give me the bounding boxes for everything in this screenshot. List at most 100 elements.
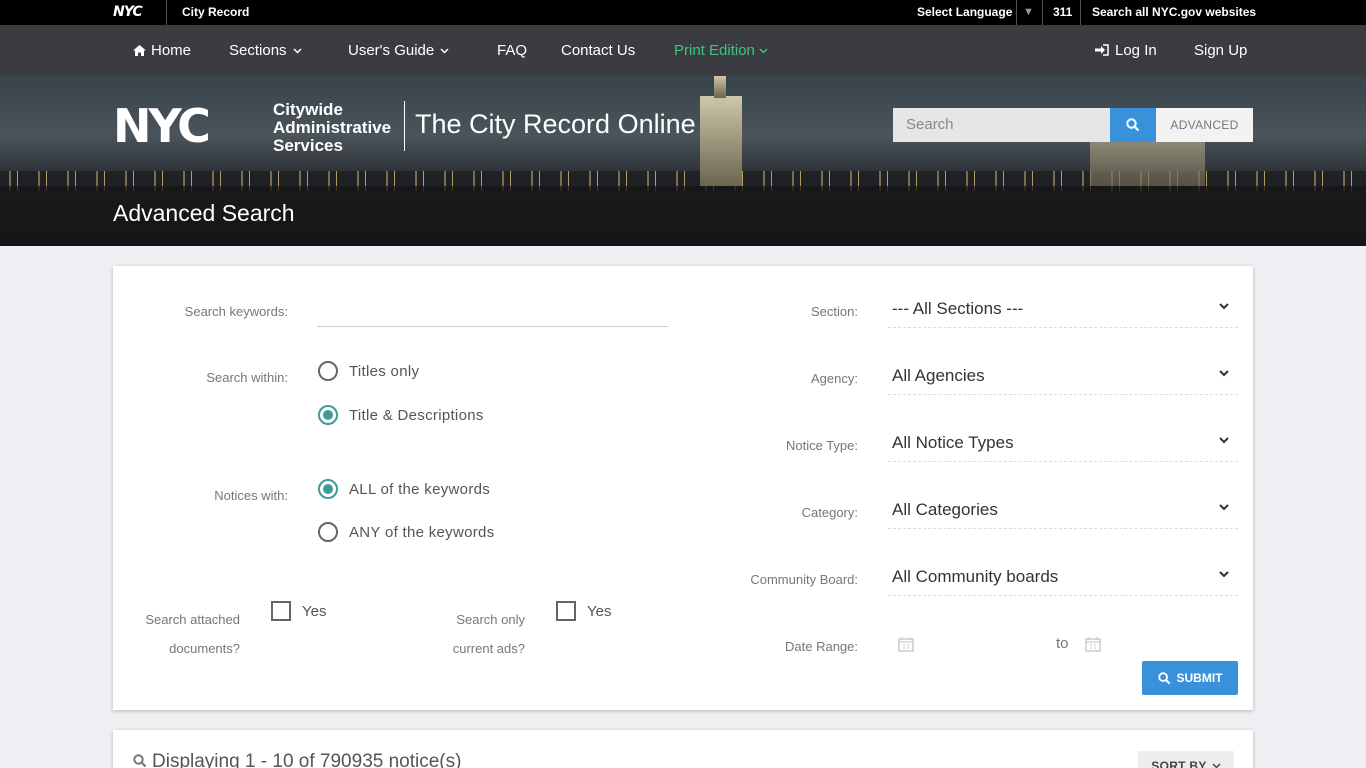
chevron-down-icon: [1212, 763, 1221, 768]
search-within-label: Search within:: [206, 370, 288, 385]
nav-print-edition-label: Print Edition: [674, 42, 755, 59]
search-all-nyc-link[interactable]: Search all NYC.gov websites: [1092, 5, 1256, 19]
label-line: documents?: [169, 641, 240, 656]
radio-button-selected: [318, 479, 338, 499]
submit-button[interactable]: SUBMIT: [1142, 661, 1238, 695]
dcas-logo-text: Citywide Administrative Services: [273, 101, 413, 155]
home-icon: [133, 45, 146, 56]
divider: [1042, 0, 1043, 25]
nav-sections-label: Sections: [229, 42, 287, 59]
results-header: Displaying 1 - 10 of 790935 notice(s) SO…: [113, 730, 1253, 768]
checkbox-label: Yes: [302, 602, 327, 620]
top-bar: NYC City Record Select Language ▼ 311 Se…: [0, 0, 1366, 25]
category-select-value: All Categories: [892, 500, 998, 519]
current-ads-label: Search only current ads?: [405, 605, 525, 663]
header-search-button[interactable]: [1110, 108, 1156, 142]
chevron-down-icon: [1219, 303, 1229, 310]
section-label: Section:: [811, 304, 858, 319]
notice-type-select[interactable]: All Notice Types: [888, 422, 1238, 462]
agency-select[interactable]: All Agencies: [888, 355, 1238, 395]
radio-button: [318, 361, 338, 381]
notice-type-select-value: All Notice Types: [892, 433, 1014, 452]
site-title: The City Record Online: [415, 109, 696, 139]
community-board-select[interactable]: All Community boards: [888, 556, 1238, 596]
nyc-logo[interactable]: NYC: [113, 4, 143, 20]
date-to-input[interactable]: [1085, 636, 1101, 657]
divider: [1016, 0, 1017, 25]
empire-state-building-image: [700, 96, 742, 186]
page-title: Advanced Search: [113, 200, 295, 226]
sort-by-label: SORT BY: [1151, 759, 1207, 768]
radio-button: [318, 522, 338, 542]
category-label: Category:: [801, 505, 858, 520]
nav-users-guide-label: User's Guide: [348, 42, 435, 59]
nav-signup-label: Sign Up: [1194, 42, 1248, 59]
nav-signup[interactable]: Sign Up: [1194, 42, 1247, 59]
nav-login[interactable]: Log In: [1095, 42, 1157, 59]
nav-faq-label: FAQ: [497, 42, 528, 59]
nav-users-guide[interactable]: User's Guide: [348, 42, 449, 59]
chevron-down-icon: [1219, 437, 1229, 444]
checkbox-search-attached[interactable]: Yes: [271, 601, 326, 621]
label-line: Search only: [456, 612, 525, 627]
dcas-logo-mark: NYC: [113, 99, 211, 153]
chevron-down-icon: [440, 48, 449, 54]
advanced-search-link[interactable]: ADVANCED: [1156, 108, 1253, 142]
nav-print-edition[interactable]: Print Edition: [674, 42, 768, 59]
calendar-icon: [898, 637, 914, 652]
section-select[interactable]: --- All Sections ---: [888, 288, 1238, 328]
radio-label: Titles only: [349, 362, 420, 380]
advanced-search-form: Search keywords: Search within: Titles o…: [113, 266, 1253, 710]
nav-home-label: Home: [151, 42, 192, 59]
radio-label: ALL of the keywords: [349, 480, 491, 498]
dcas-logo-line: Administrative: [273, 118, 392, 137]
date-from-input[interactable]: [898, 636, 914, 657]
agency-label: Agency:: [811, 371, 858, 386]
agency-select-value: All Agencies: [892, 366, 985, 385]
header-search-input[interactable]: Search: [893, 108, 1110, 142]
search-icon: [1126, 118, 1140, 132]
nav-contact-label: Contact Us: [561, 42, 636, 59]
city-record-link[interactable]: City Record: [182, 5, 249, 19]
nav-contact[interactable]: Contact Us: [561, 42, 635, 59]
radio-titles-only[interactable]: Titles only: [318, 361, 419, 381]
empire-state-spire: [714, 76, 726, 98]
sign-in-icon: [1095, 44, 1109, 56]
divider: [1080, 0, 1081, 25]
chevron-down-icon: [1219, 370, 1229, 377]
checkbox: [556, 601, 576, 621]
nav-faq[interactable]: FAQ: [497, 42, 527, 59]
language-dropdown-arrow[interactable]: ▼: [1023, 6, 1034, 18]
notices-with-label: Notices with:: [214, 488, 288, 503]
checkbox-label: Yes: [587, 602, 612, 620]
link-311[interactable]: 311: [1053, 5, 1072, 19]
radio-label: ANY of the keywords: [349, 523, 495, 541]
nav-sections[interactable]: Sections: [229, 42, 302, 59]
community-board-select-value: All Community boards: [892, 567, 1059, 586]
radio-button-selected: [318, 405, 338, 425]
keywords-input[interactable]: [317, 326, 668, 327]
search-attached-label: Search attached documents?: [113, 605, 240, 663]
radio-all-keywords[interactable]: ALL of the keywords: [318, 479, 490, 499]
radio-title-descriptions[interactable]: Title & Descriptions: [318, 405, 484, 425]
search-icon: [1157, 671, 1170, 684]
label-line: Search attached: [145, 612, 240, 627]
keywords-label: Search keywords:: [184, 304, 288, 319]
date-to-label: to: [1056, 635, 1069, 652]
dcas-logo-line: Citywide: [273, 100, 343, 119]
notice-type-label: Notice Type:: [785, 438, 858, 453]
sort-by-button[interactable]: SORT BY: [1138, 751, 1234, 768]
logo-divider: [404, 101, 405, 151]
main-nav: Home Sections User's Guide FAQ Contact U…: [0, 25, 1366, 76]
submit-label: SUBMIT: [1176, 671, 1223, 685]
nav-home[interactable]: Home: [133, 42, 191, 59]
checkbox-current-ads[interactable]: Yes: [556, 601, 611, 621]
nav-login-label: Log In: [1115, 42, 1157, 59]
section-select-value: --- All Sections ---: [892, 299, 1024, 318]
radio-any-keywords[interactable]: ANY of the keywords: [318, 522, 495, 542]
category-select[interactable]: All Categories: [888, 489, 1238, 529]
radio-label: Title & Descriptions: [349, 406, 484, 424]
chevron-down-icon: [293, 48, 302, 54]
select-language[interactable]: Select Language: [917, 5, 1012, 19]
dcas-logo-line: Services: [273, 136, 343, 155]
